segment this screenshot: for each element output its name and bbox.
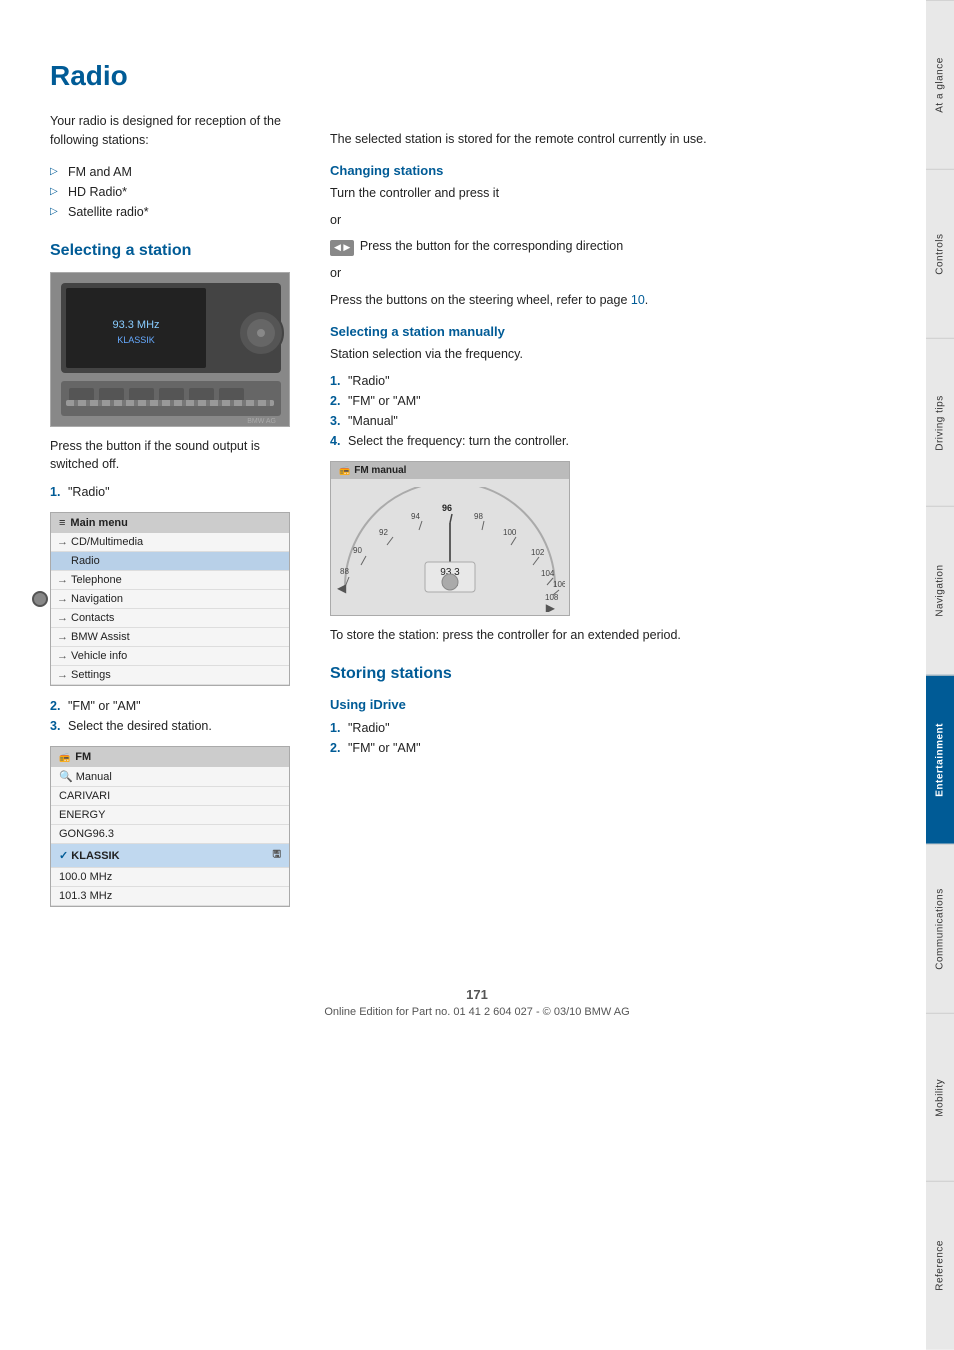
fm-manual-dial-image: 📻 FM manual 88 90 92 94 bbox=[330, 461, 570, 616]
store-icon: 🖫 bbox=[272, 847, 281, 864]
menu-item-cd: CD/Multimedia bbox=[51, 533, 289, 552]
sidebar-item-at-a-glance[interactable]: At a glance bbox=[926, 0, 954, 169]
footer-text: Online Edition for Part no. 01 41 2 604 … bbox=[0, 1006, 954, 1018]
intro-text: Your radio is designed for reception of … bbox=[50, 112, 295, 150]
svg-text:92: 92 bbox=[379, 528, 388, 537]
svg-text:93.3 MHz: 93.3 MHz bbox=[112, 319, 159, 331]
store-text: The selected station is stored for the r… bbox=[330, 130, 894, 149]
svg-text:◀: ◀ bbox=[337, 581, 347, 595]
manual-step-2: 2. "FM" or "AM" bbox=[330, 391, 894, 411]
svg-text:88: 88 bbox=[340, 567, 349, 576]
fm-manual-icon: 📻 bbox=[339, 465, 350, 476]
fm-item-gong963: GONG96.3 bbox=[51, 825, 289, 844]
menu-item-settings: Settings bbox=[51, 666, 289, 685]
menu-icon: ≡ bbox=[59, 517, 65, 529]
menu-item-radio: Radio bbox=[51, 552, 289, 571]
fm-list-icon: 📻 bbox=[59, 752, 70, 763]
menu-item-navigation: Navigation bbox=[51, 590, 289, 609]
fm-item-manual: 🔍 Manual bbox=[51, 767, 289, 787]
right-column: The selected station is stored for the r… bbox=[315, 40, 894, 917]
sidebar-item-entertainment[interactable]: Entertainment bbox=[926, 675, 954, 844]
menu-items-list: CD/Multimedia Radio Telephone Navigation… bbox=[51, 533, 289, 685]
svg-text:102: 102 bbox=[531, 548, 545, 557]
fm-item-100mhz: 100.0 MHz bbox=[51, 868, 289, 887]
step-3-select: 3. Select the desired station. bbox=[50, 716, 295, 736]
changing-steering-text: Press the buttons on the steering wheel,… bbox=[330, 291, 894, 310]
fm-item-klassik: ✓ KLASSIK 🖫 bbox=[51, 844, 289, 868]
list-item-fm-am: FM and AM bbox=[50, 162, 295, 182]
menu-title: ≡ Main menu bbox=[51, 513, 289, 533]
main-menu-screenshot: ≡ Main menu CD/Multimedia Radio Telephon… bbox=[50, 512, 290, 686]
manual-step-4: 4. Select the frequency: turn the contro… bbox=[330, 431, 894, 451]
changing-text1: Turn the controller and press it bbox=[330, 184, 894, 203]
radio-unit-image: 93.3 MHz KLASSIK BMW AG bbox=[50, 272, 290, 427]
svg-text:94: 94 bbox=[411, 512, 420, 521]
svg-text:BMW AG: BMW AG bbox=[247, 418, 276, 425]
svg-text:90: 90 bbox=[353, 546, 362, 555]
manual-step-1: 1. "Radio" bbox=[330, 371, 894, 391]
step-list-select-station: 1. "Radio" bbox=[50, 482, 295, 502]
side-tabs: At a glance Controls Driving tips Naviga… bbox=[926, 0, 954, 1350]
using-idrive-heading: Using iDrive bbox=[330, 697, 894, 712]
idrive-steps-list: 1. "Radio" 2. "FM" or "AM" bbox=[330, 718, 894, 758]
changing-or2: or bbox=[330, 264, 894, 283]
menu-item-contacts: Contacts bbox=[51, 609, 289, 628]
menu-item-telephone: Telephone bbox=[51, 571, 289, 590]
fm-manual-title-bar: 📻 FM manual bbox=[331, 462, 569, 479]
fm-dial-svg: 88 90 92 94 96 98 100 bbox=[335, 487, 565, 612]
svg-text:▶: ▶ bbox=[546, 601, 556, 612]
list-item-hd-radio: HD Radio* bbox=[50, 182, 295, 202]
sidebar-item-communications[interactable]: Communications bbox=[926, 844, 954, 1013]
svg-text:98: 98 bbox=[474, 512, 483, 521]
step-1-radio: 1. "Radio" bbox=[50, 482, 295, 502]
selecting-station-heading: Selecting a station bbox=[50, 242, 295, 260]
storing-stations-heading: Storing stations bbox=[330, 665, 894, 683]
svg-text:100: 100 bbox=[503, 528, 517, 537]
manually-intro: Station selection via the frequency. bbox=[330, 345, 894, 364]
sidebar-item-navigation[interactable]: Navigation bbox=[926, 506, 954, 675]
page-10-link[interactable]: 10 bbox=[631, 293, 645, 307]
main-menu-screenshot-wrapper: ≡ Main menu CD/Multimedia Radio Telephon… bbox=[50, 512, 295, 686]
svg-text:104: 104 bbox=[541, 569, 555, 578]
nav-arrows-icon: ◀ ▶ bbox=[330, 240, 354, 256]
svg-text:KLASSIK: KLASSIK bbox=[117, 335, 155, 345]
idrive-step-2: 2. "FM" or "AM" bbox=[330, 738, 894, 758]
sidebar-item-controls[interactable]: Controls bbox=[926, 169, 954, 338]
main-content: Radio Your radio is designed for recepti… bbox=[0, 0, 924, 957]
fm-station-items: 🔍 Manual CARIVARI ENERGY GONG96.3 ✓ KLAS… bbox=[51, 767, 289, 906]
sidebar-item-mobility[interactable]: Mobility bbox=[926, 1013, 954, 1182]
station-types-list: FM and AM HD Radio* Satellite radio* bbox=[50, 162, 295, 222]
press-button-text: Press the button if the sound output is … bbox=[50, 437, 295, 475]
controller-knob bbox=[32, 591, 48, 607]
svg-text:106: 106 bbox=[553, 580, 565, 589]
manually-steps-list: 1. "Radio" 2. "FM" or "AM" 3. "Manual" 4… bbox=[330, 371, 894, 451]
changing-stations-heading: Changing stations bbox=[330, 163, 894, 178]
menu-item-vehicle-info: Vehicle info bbox=[51, 647, 289, 666]
fm-item-carivari: CARIVARI bbox=[51, 787, 289, 806]
fm-station-list-screenshot: 📻 FM 🔍 Manual CARIVARI ENERGY GONG96.3 ✓… bbox=[50, 746, 290, 907]
menu-item-bmw-assist: BMW Assist bbox=[51, 628, 289, 647]
fm-item-energy: ENERGY bbox=[51, 806, 289, 825]
selecting-manually-heading: Selecting a station manually bbox=[330, 324, 894, 339]
manual-step-3: 3. "Manual" bbox=[330, 411, 894, 431]
fm-list-title-bar: 📻 FM bbox=[51, 747, 289, 767]
left-column: Radio Your radio is designed for recepti… bbox=[50, 40, 315, 917]
fm-item-1013mhz: 101.3 MHz bbox=[51, 887, 289, 906]
store-controller-text: To store the station: press the controll… bbox=[330, 626, 894, 645]
changing-or1: or bbox=[330, 211, 894, 230]
sidebar-item-driving-tips[interactable]: Driving tips bbox=[926, 338, 954, 507]
page-title: Radio bbox=[50, 60, 295, 92]
step-list-select-station-2: 2. "FM" or "AM" 3. Select the desired st… bbox=[50, 696, 295, 736]
list-item-satellite: Satellite radio* bbox=[50, 202, 295, 222]
sidebar-item-reference[interactable]: Reference bbox=[926, 1181, 954, 1350]
step-2-fm-am: 2. "FM" or "AM" bbox=[50, 696, 295, 716]
page-number: 171 bbox=[0, 987, 954, 1002]
svg-text:96: 96 bbox=[442, 503, 452, 513]
idrive-step-1: 1. "Radio" bbox=[330, 718, 894, 738]
footer: 171 Online Edition for Part no. 01 41 2 … bbox=[0, 987, 954, 1038]
changing-nav-text: ◀ ▶ Press the button for the correspondi… bbox=[330, 237, 894, 256]
